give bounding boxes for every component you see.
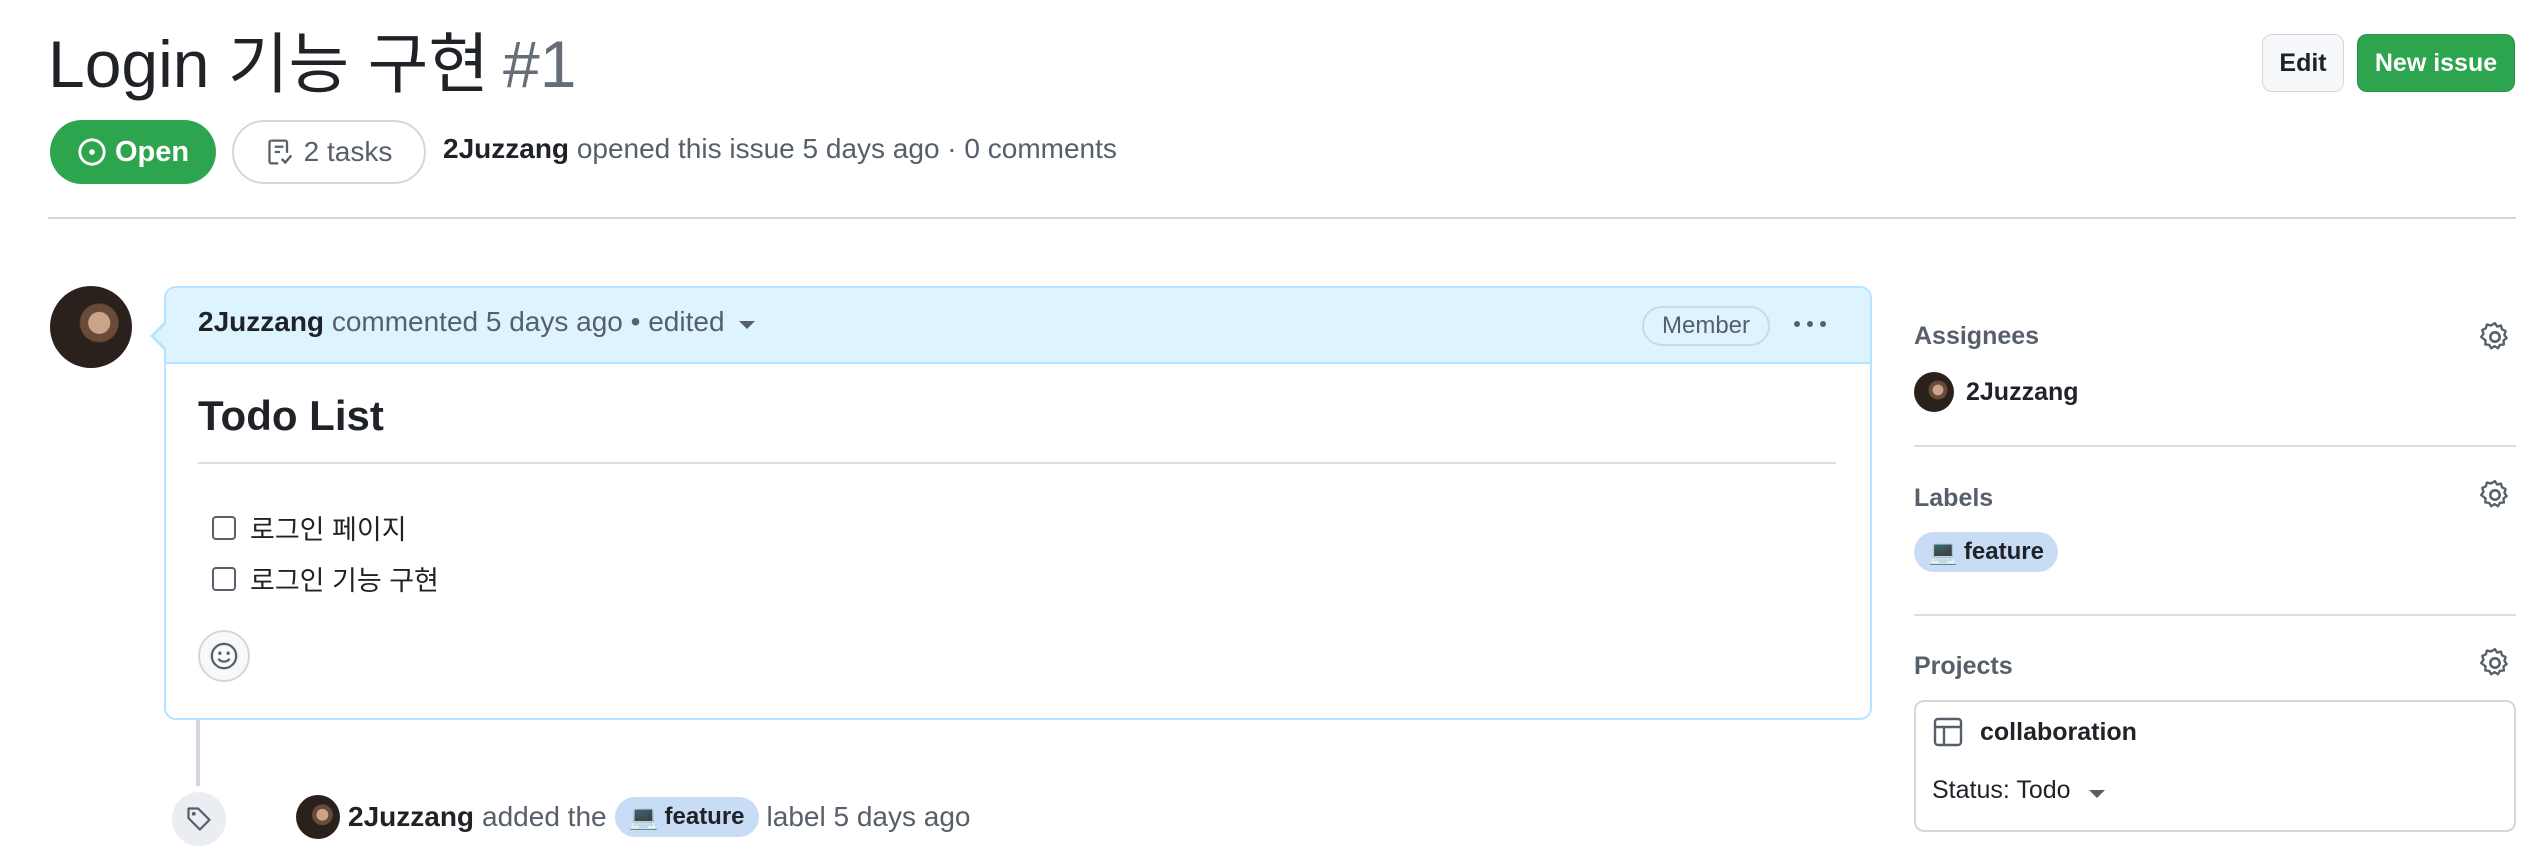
laptop-icon: 💻 bbox=[1928, 538, 1958, 566]
tasks-badge[interactable]: 2 tasks bbox=[232, 120, 426, 184]
edit-button[interactable]: Edit bbox=[2262, 34, 2344, 92]
smiley-icon bbox=[210, 642, 238, 670]
sidebar-divider bbox=[1914, 445, 2516, 447]
assignee-name: 2Juzzang bbox=[1966, 377, 2079, 406]
heading-divider bbox=[198, 462, 1836, 464]
sidebar-label[interactable]: 💻 feature bbox=[1914, 532, 2058, 572]
task-checkbox[interactable] bbox=[212, 566, 236, 591]
event-suffix: label 5 days ago bbox=[766, 801, 971, 832]
assignees-title: Assignees bbox=[1914, 322, 2040, 350]
header-divider bbox=[48, 217, 2516, 219]
status-label: Open bbox=[114, 135, 190, 168]
avatar[interactable] bbox=[296, 795, 340, 839]
more-options-icon[interactable] bbox=[1786, 306, 1834, 342]
task-item: 로그인 기능 구현 bbox=[212, 559, 439, 598]
comment-author[interactable]: 2Juzzang bbox=[198, 306, 324, 338]
timeline-line bbox=[196, 720, 200, 786]
new-issue-button[interactable]: New issue bbox=[2357, 34, 2515, 92]
gear-icon[interactable] bbox=[2478, 320, 2512, 354]
caret-down-icon[interactable] bbox=[738, 321, 755, 329]
issue-meta-text: opened this issue 5 days ago · 0 comment… bbox=[576, 133, 1117, 164]
project-name: collaboration bbox=[1980, 717, 2137, 746]
assignee-item[interactable]: 2Juzzang bbox=[1914, 372, 2079, 412]
sidebar-divider bbox=[1914, 614, 2516, 616]
edited-dropdown[interactable]: • edited bbox=[631, 306, 725, 338]
gear-icon[interactable] bbox=[2478, 478, 2512, 512]
tasks-count: 2 tasks bbox=[303, 136, 393, 167]
label-feature[interactable]: 💻 feature bbox=[1914, 532, 2058, 572]
comment-body-title: Todo List bbox=[198, 392, 384, 439]
issue-title-text: Login 기능 구현 bbox=[48, 27, 490, 101]
status-badge: Open bbox=[50, 120, 216, 184]
timeline-event: 2Juzzang added the 💻 feature label 5 day… bbox=[296, 795, 970, 839]
avatar[interactable] bbox=[50, 286, 132, 368]
checklist-icon bbox=[268, 139, 292, 165]
project-status: Status: Todo bbox=[1932, 776, 2071, 804]
labels-title: Labels bbox=[1914, 484, 1994, 512]
issue-number: #1 bbox=[503, 27, 577, 101]
add-reaction-button[interactable] bbox=[198, 630, 250, 682]
comment-header-text: 2Juzzang commented 5 days ago • edited bbox=[198, 306, 755, 338]
comment-pointer-inner bbox=[154, 322, 168, 350]
member-badge: Member bbox=[1642, 306, 1770, 346]
project-item[interactable]: collaboration bbox=[1932, 716, 2137, 748]
avatar bbox=[1914, 372, 1954, 412]
issue-opened-icon bbox=[78, 138, 106, 166]
event-text: added the bbox=[482, 801, 607, 832]
timeline-badge bbox=[170, 790, 228, 848]
projects-title: Projects bbox=[1914, 652, 2013, 680]
task-label: 로그인 기능 구현 bbox=[250, 566, 439, 596]
issue-title: Login 기능 구현 #1 bbox=[48, 20, 576, 108]
task-checkbox[interactable] bbox=[212, 515, 236, 540]
issue-meta: 2Juzzang opened this issue 5 days ago · … bbox=[443, 133, 1117, 165]
tag-icon bbox=[187, 807, 211, 831]
label-text: feature bbox=[1963, 538, 2044, 565]
label-text: feature bbox=[664, 803, 745, 830]
project-status-dropdown[interactable]: Status: Todo bbox=[1932, 776, 2105, 805]
comment-meta[interactable]: commented 5 days ago bbox=[332, 306, 623, 338]
gear-icon[interactable] bbox=[2478, 646, 2512, 680]
task-item: 로그인 페이지 bbox=[212, 508, 407, 547]
task-label: 로그인 페이지 bbox=[250, 515, 407, 545]
label-feature[interactable]: 💻 feature bbox=[614, 797, 759, 837]
table-icon bbox=[1933, 717, 1963, 747]
laptop-icon: 💻 bbox=[628, 803, 659, 831]
issue-author[interactable]: 2Juzzang bbox=[443, 133, 569, 164]
event-author[interactable]: 2Juzzang bbox=[348, 801, 474, 833]
chevron-down-icon bbox=[2088, 789, 2105, 798]
